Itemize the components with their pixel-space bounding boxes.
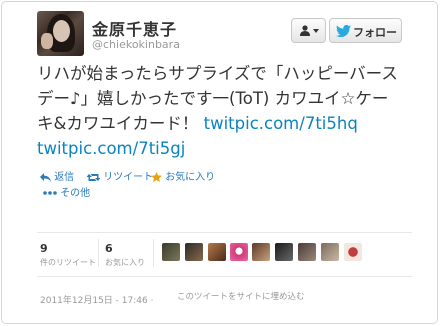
favorite-count-label[interactable]: お気に入り [105,257,145,268]
retweet-label: リツイート [103,172,154,183]
user-avatar[interactable] [298,243,316,261]
follow-button[interactable]: フォロー [329,18,402,43]
tweet-line-3: キ&カワユイカード！ [37,114,204,133]
favorite-action[interactable]: お気に入り [151,168,215,183]
avatar[interactable] [37,11,84,56]
user-avatar[interactable] [230,243,248,261]
more-dots-icon [43,191,57,195]
tweet-text: リハが始まったらサプライズで「ハッピーバース デー♪」嬉しかったです一(ToT)… [37,61,407,161]
user-avatar[interactable] [321,243,339,261]
tweet-timestamp[interactable]: 2011年12月15日 - 17:46 · [40,293,153,306]
user-actions-button[interactable] [291,18,326,43]
divider-bottom [37,276,412,277]
star-icon [151,172,162,182]
favorite-count[interactable]: 6 [105,242,113,255]
more-action[interactable]: その他 [43,184,90,199]
tweet-line-1: リハが始まったらサプライズで「ハッピーバース [37,64,398,83]
reply-action[interactable]: 返信 [40,168,74,183]
stat-separator [153,239,154,267]
user-avatar[interactable] [162,243,180,261]
tweet-link-2[interactable]: twitpic.com/7ti5gj [37,139,185,158]
username[interactable]: @chiekokinbara [92,38,180,51]
footer-separator: · [150,296,154,306]
twitter-bird-icon [336,25,351,37]
more-label: その他 [60,188,91,199]
stat-separator [98,239,99,267]
timestamp-text: 2011年12月15日 - 17:46 [40,296,148,306]
tweet-line-2: デー♪」嬉しかったです一(ToT) カワユイ☆ケー [37,89,389,108]
user-avatar[interactable] [208,243,226,261]
divider-top [37,232,412,233]
user-avatar[interactable] [185,243,203,261]
user-icon [300,25,310,36]
follow-label: フォロー [353,26,397,39]
tweet-link-1[interactable]: twitpic.com/7ti5hq [204,114,358,133]
chevron-down-icon [313,29,319,33]
embed-tweet-link[interactable]: このツイートをサイトに埋め込む [177,290,305,302]
retweet-count-label[interactable]: 件のリツイート [40,257,96,268]
reply-label: 返信 [54,172,75,183]
retweet-icon [86,173,101,181]
favorite-label: お気に入り [165,172,216,183]
display-name[interactable]: 金原千恵子 [92,16,177,40]
retweet-action[interactable]: リツイート [86,168,154,183]
user-avatar[interactable] [275,243,293,261]
reply-icon [40,172,51,182]
retweet-count[interactable]: 9 [40,242,48,255]
user-avatar[interactable] [252,243,270,261]
user-avatar[interactable] [344,243,362,261]
